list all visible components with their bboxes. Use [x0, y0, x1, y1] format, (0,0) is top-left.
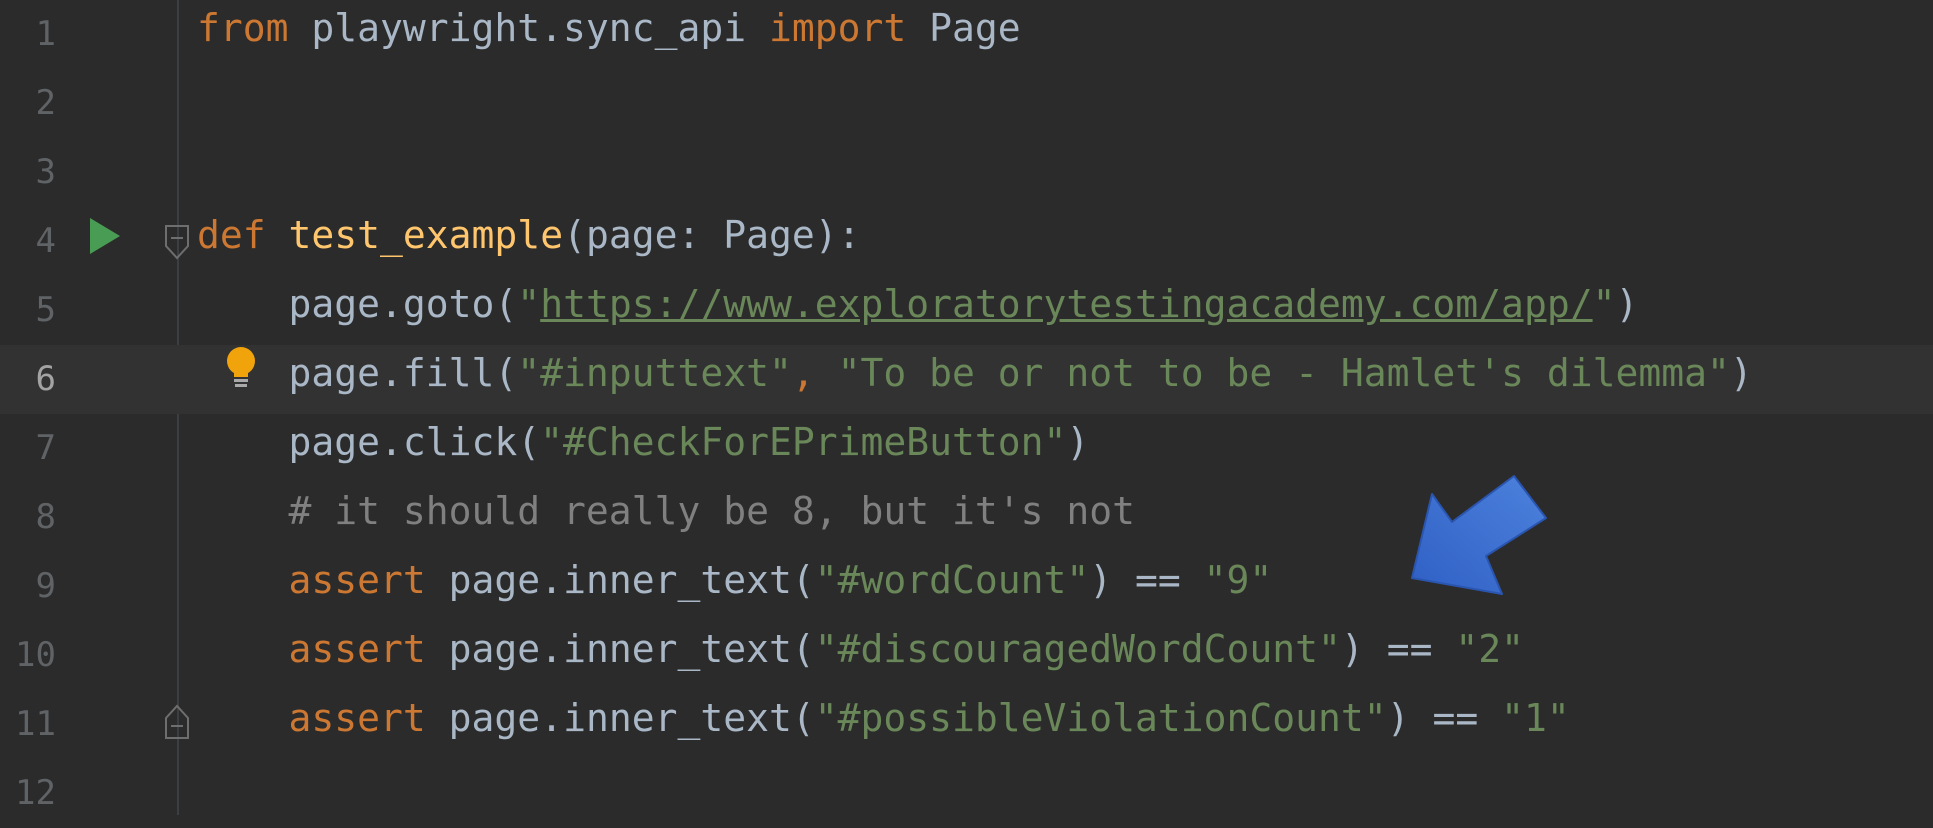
token-comma: , [791, 351, 838, 395]
token-comment: # it should really be 8, but it's not [197, 489, 1136, 533]
token-string: " [517, 282, 541, 326]
line-number: 8 [35, 497, 56, 537]
token-keyword: assert [288, 627, 426, 671]
code-line-11[interactable]: 11 assert page.inner_text("#possibleViol… [0, 690, 1933, 759]
code-line-9[interactable]: 9 assert page.inner_text("#wordCount") =… [0, 552, 1933, 621]
line-number: 2 [35, 83, 56, 123]
line-number: 9 [35, 566, 56, 606]
line-number: 1 [35, 14, 56, 54]
token-string: "#inputtext" [517, 351, 792, 395]
token-string: "#possibleViolationCount" [814, 696, 1387, 740]
token-string: "To be or not to be - Hamlet's dilemma" [837, 351, 1730, 395]
code-line-7[interactable]: 7 page.click("#CheckForEPrimeButton") [0, 414, 1933, 483]
token-text: page.inner_text( [425, 696, 815, 740]
blue-arrow-annotation-icon [1411, 475, 1547, 595]
line-code[interactable]: # it should really be 8, but it's not [197, 483, 1136, 552]
run-test-icon[interactable] [90, 218, 120, 254]
line-number: 7 [35, 428, 56, 468]
token-keyword: assert [288, 696, 426, 740]
line-number: 11 [15, 704, 56, 744]
token-text: Page [906, 6, 1021, 50]
token-text: ) == [1340, 627, 1456, 671]
token-text: (page: Page): [563, 213, 861, 257]
lightbulb-icon[interactable] [223, 345, 259, 391]
line-code[interactable]: page.goto("https://www.exploratorytestin… [197, 276, 1639, 345]
token-keyword: assert [288, 558, 426, 602]
fold-close-icon[interactable] [162, 702, 192, 742]
token-keyword: import [768, 6, 907, 50]
token-text: ) [1729, 351, 1753, 395]
code-line-10[interactable]: 10 assert page.inner_text("#discouragedW… [0, 621, 1933, 690]
token-keyword: def [197, 213, 266, 257]
line-code[interactable]: from playwright.sync_api import Page [197, 0, 1021, 69]
token-string: "2" [1455, 627, 1524, 671]
token-string: "#CheckForEPrimeButton" [540, 420, 1067, 464]
code-line-1[interactable]: 1 from playwright.sync_api import Page [0, 0, 1933, 69]
token-text: page.inner_text( [425, 627, 815, 671]
code-line-8[interactable]: 8 # it should really be 8, but it's not [0, 483, 1933, 552]
line-code[interactable]: assert page.inner_text("#wordCount") == … [197, 552, 1273, 621]
token-text: ) == [1386, 696, 1502, 740]
code-line-2[interactable]: 2 [0, 69, 1933, 138]
token-text: playwright.sync_api [288, 6, 769, 50]
code-editor[interactable]: 1 from playwright.sync_api import Page 2… [0, 0, 1933, 815]
token-string: "#wordCount" [814, 558, 1090, 602]
line-code[interactable]: def test_example(page: Page): [197, 207, 861, 276]
line-code[interactable]: page.fill("#inputtext", "To be or not to… [197, 345, 1753, 414]
code-line-4[interactable]: 4 def test_example(page: Page): [0, 207, 1933, 276]
line-code[interactable]: page.click("#CheckForEPrimeButton") [197, 414, 1090, 483]
token-function-name: test_example [288, 213, 564, 257]
token-string: "9" [1203, 558, 1273, 602]
token-string: "1" [1501, 696, 1570, 740]
token-text: page.inner_text( [425, 558, 815, 602]
line-number: 3 [35, 152, 56, 192]
code-line-12[interactable]: 12 [0, 759, 1933, 828]
line-number: 6 [35, 359, 56, 399]
line-number: 4 [35, 221, 56, 261]
token-string: "#discouragedWordCount" [814, 627, 1341, 671]
token-text: page.goto( [197, 282, 518, 326]
line-number: 5 [35, 290, 56, 330]
code-line-5[interactable]: 5 page.goto("https://www.exploratorytest… [0, 276, 1933, 345]
url-link[interactable]: https://www.exploratorytestingacademy.co… [540, 282, 1592, 326]
token-text: ) [1615, 282, 1639, 326]
code-line-3[interactable]: 3 [0, 138, 1933, 207]
token-text: page.click( [197, 420, 541, 464]
code-line-6[interactable]: 6 page.fill("#inputtext", "To be or not … [0, 345, 1933, 414]
token-keyword: from [197, 6, 289, 50]
line-code[interactable]: assert page.inner_text("#possibleViolati… [197, 690, 1570, 759]
line-number: 12 [15, 773, 56, 813]
line-number: 10 [15, 635, 56, 675]
token-string: " [1592, 282, 1616, 326]
token-text: ) [1066, 420, 1090, 464]
line-code[interactable]: assert page.inner_text("#discouragedWord… [197, 621, 1524, 690]
token-text: ) == [1089, 558, 1204, 602]
fold-open-icon[interactable] [162, 222, 192, 262]
